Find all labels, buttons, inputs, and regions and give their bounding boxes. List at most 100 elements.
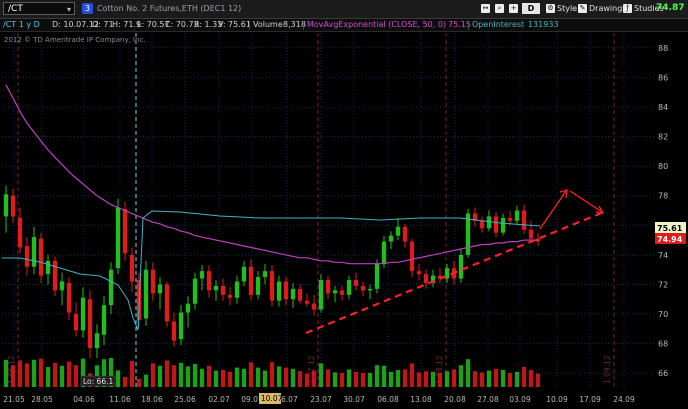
candle-body xyxy=(192,278,198,304)
volume-bar xyxy=(388,371,394,387)
volume-bar xyxy=(276,366,282,387)
candle-body xyxy=(262,271,268,278)
volume-bar xyxy=(234,367,240,387)
candle-body xyxy=(416,271,422,275)
x-tick-label: 02.07 xyxy=(208,395,230,404)
volume-bar xyxy=(514,371,520,387)
candle-body xyxy=(486,216,492,229)
candle-body xyxy=(94,333,100,349)
candle-body xyxy=(143,269,149,319)
candle-body xyxy=(59,281,65,291)
volume-bar xyxy=(402,369,408,387)
candle-body xyxy=(185,303,191,313)
candle-body xyxy=(66,282,72,313)
candle-body xyxy=(248,266,254,295)
candle-body xyxy=(129,254,135,282)
candle-body xyxy=(227,294,233,298)
volume-bar xyxy=(150,363,156,387)
low-marker-label: Lo: 66.1 xyxy=(83,377,113,386)
x-tick-label: 25.06 xyxy=(174,395,196,404)
volume-bar xyxy=(318,363,324,387)
x-tick-label: 10.09 xyxy=(546,395,568,404)
candle-body xyxy=(332,290,338,294)
volume-bar xyxy=(521,367,527,387)
current-price-tag: 74.94 xyxy=(657,235,683,244)
volume-bar xyxy=(437,373,443,387)
x-tick-label: 03.09 xyxy=(509,395,531,404)
volume-bar xyxy=(129,361,135,387)
x-tick-label: 18.06 xyxy=(141,395,163,404)
volume-bar xyxy=(311,370,317,387)
x-tick-label: 27.08 xyxy=(477,395,499,404)
x-tick-label: 28.05 xyxy=(31,395,53,404)
candle-body xyxy=(374,263,380,289)
candle-body xyxy=(178,312,184,340)
candle-body xyxy=(213,285,219,291)
price-chart[interactable]: 88868482807876747270686621.0528.0504.061… xyxy=(0,0,688,409)
x-tick-label: 30.07 xyxy=(343,395,365,404)
volume-bar xyxy=(192,364,198,387)
y-tick-label: 66 xyxy=(658,369,668,378)
candle-body xyxy=(73,314,79,331)
volume-bar xyxy=(248,362,254,387)
y-tick-label: 86 xyxy=(658,73,668,82)
volume-bar xyxy=(486,370,492,387)
candle-body xyxy=(283,281,289,300)
volume-bar xyxy=(66,361,72,387)
volume-bar xyxy=(52,362,58,387)
volume-bar xyxy=(157,365,163,387)
candle-body xyxy=(290,288,296,300)
candle-body xyxy=(80,297,86,331)
copyright-text: 2012 © TD Ameritrade IP Company, Inc. xyxy=(4,36,146,44)
candle-body xyxy=(199,271,205,279)
volume-bar xyxy=(339,373,345,387)
x-tick-label: 17.09 xyxy=(579,395,601,404)
volume-bar xyxy=(290,368,296,387)
x-tick-label: 11.06 xyxy=(109,395,131,404)
candle-body xyxy=(388,235,394,242)
volume-bar xyxy=(164,360,170,387)
candle-body xyxy=(206,271,212,291)
candle-body xyxy=(409,241,415,272)
x-tick-label: 06.08 xyxy=(377,395,399,404)
volume-bar xyxy=(458,365,464,387)
y-tick-label: 82 xyxy=(658,133,668,142)
volume-bar xyxy=(353,371,359,387)
candle-body xyxy=(402,226,408,242)
ema-price-tag: 75.61 xyxy=(657,224,683,233)
candle-body xyxy=(493,216,499,233)
volume-bar xyxy=(115,370,121,387)
volume-bar xyxy=(171,365,177,387)
candle-body xyxy=(353,280,359,286)
candle-body xyxy=(108,269,114,306)
candle-body xyxy=(297,288,303,301)
candle-body xyxy=(304,300,310,304)
candle-body xyxy=(164,284,170,322)
x-tick-label: 21.05 xyxy=(3,395,25,404)
volume-bar xyxy=(346,369,352,387)
x-tick-label: 24.09 xyxy=(613,395,635,404)
candle-body xyxy=(528,229,534,239)
candle-body xyxy=(10,195,16,217)
y-tick-label: 88 xyxy=(658,44,668,53)
x-tick-label: 23.07 xyxy=(310,395,332,404)
volume-bar xyxy=(122,377,128,387)
candle-body xyxy=(276,281,282,301)
candle-body xyxy=(521,210,527,230)
y-tick-label: 78 xyxy=(658,192,668,201)
volume-bar xyxy=(472,371,478,387)
volume-bar xyxy=(325,369,331,387)
candle-body xyxy=(367,288,373,291)
volume-bar xyxy=(269,362,275,387)
volume-bar xyxy=(3,359,9,387)
candle-body xyxy=(101,305,107,335)
volume-bar xyxy=(227,371,233,387)
y-tick-label: 68 xyxy=(658,340,668,349)
candle-body xyxy=(115,207,121,269)
x-tick-label: 13.08 xyxy=(410,395,432,404)
candle-body xyxy=(423,274,429,283)
candle-body xyxy=(87,299,93,349)
volume-bar xyxy=(255,367,261,387)
candle-body xyxy=(500,217,506,233)
y-tick-label: 84 xyxy=(658,103,668,112)
